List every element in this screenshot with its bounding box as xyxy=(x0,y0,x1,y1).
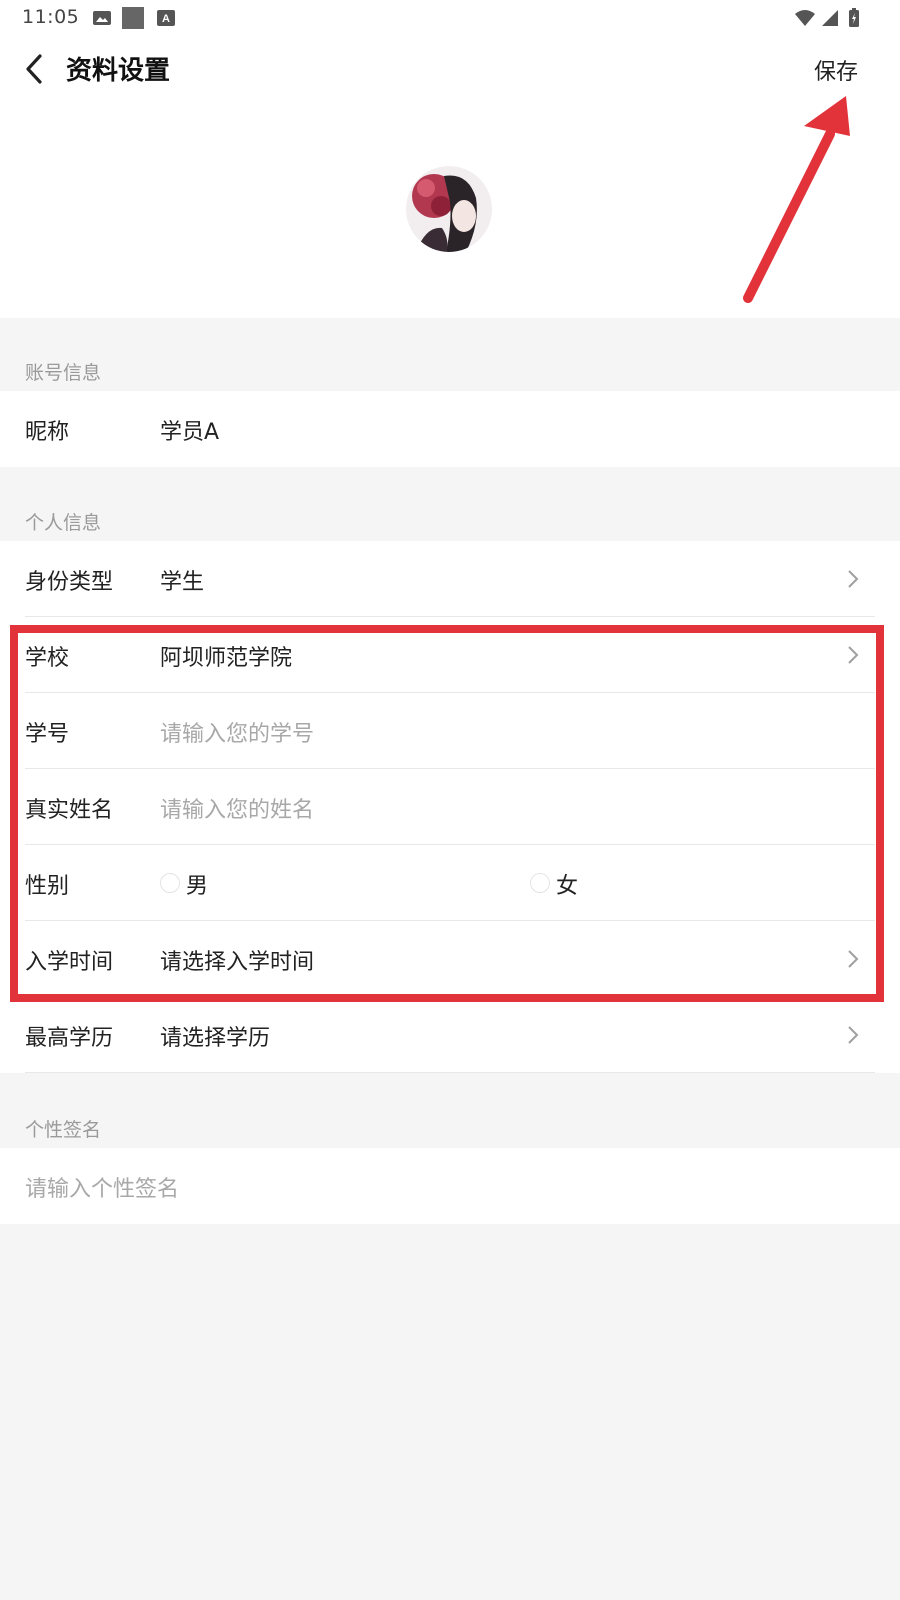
svg-text:A: A xyxy=(162,13,170,25)
student-id-input[interactable]: 请输入您的学号 xyxy=(160,716,314,748)
school-value: 阿坝师范学院 xyxy=(160,646,293,671)
image-icon xyxy=(93,11,111,25)
real-name-input[interactable]: 请输入您的姓名 xyxy=(160,792,314,824)
chevron-right-icon xyxy=(848,950,859,968)
student-id-label: 学号 xyxy=(25,722,70,747)
enroll-time-row[interactable]: 入学时间 请选择入学时间 xyxy=(0,921,900,997)
education-value: 请选择学历 xyxy=(160,1026,271,1051)
school-row[interactable]: 学校 阿坝师范学院 xyxy=(0,617,900,693)
gender-male-label[interactable]: 男 xyxy=(186,868,208,900)
wifi-icon xyxy=(795,10,815,26)
enroll-time-label: 入学时间 xyxy=(25,950,114,975)
top-app-bar: 资料设置 保存 xyxy=(0,36,900,102)
section-header-account: 账号信息 xyxy=(25,362,102,384)
back-arrow-icon[interactable] xyxy=(18,50,52,88)
page-title: 资料设置 xyxy=(66,56,171,86)
gender-label: 性别 xyxy=(25,874,70,899)
real-name-label: 真实姓名 xyxy=(25,798,114,823)
school-label: 学校 xyxy=(25,646,70,671)
battery-icon xyxy=(849,8,859,27)
student-id-row: 学号 请输入您的学号 xyxy=(0,693,900,769)
gender-female-radio[interactable] xyxy=(530,873,550,893)
app-icon xyxy=(122,7,144,29)
chevron-right-icon xyxy=(848,646,859,664)
chevron-right-icon xyxy=(848,1026,859,1044)
section-header-signature: 个性签名 xyxy=(25,1119,102,1141)
nickname-value[interactable]: 学员A xyxy=(160,414,219,446)
identity-type-row[interactable]: 身份类型 学生 xyxy=(0,541,900,617)
text-icon: A xyxy=(157,10,175,26)
section-header-personal: 个人信息 xyxy=(25,512,102,534)
nickname-row[interactable]: 昵称 学员A xyxy=(0,391,900,467)
avatar-section xyxy=(0,102,900,318)
gender-female-label[interactable]: 女 xyxy=(556,868,578,900)
identity-type-value: 学生 xyxy=(160,570,205,595)
signature-row: 请输入个性签名 xyxy=(0,1148,900,1224)
status-time: 11:05 xyxy=(22,6,80,28)
gender-male-radio[interactable] xyxy=(160,873,180,893)
real-name-row: 真实姓名 请输入您的姓名 xyxy=(0,769,900,845)
education-row[interactable]: 最高学历 请选择学历 xyxy=(0,997,900,1073)
divider xyxy=(25,1072,875,1073)
education-label: 最高学历 xyxy=(25,1026,114,1051)
avatar[interactable] xyxy=(406,166,492,252)
chevron-right-icon xyxy=(848,570,859,588)
nickname-label: 昵称 xyxy=(25,420,70,445)
enroll-time-value: 请选择入学时间 xyxy=(160,950,315,975)
signature-input[interactable]: 请输入个性签名 xyxy=(25,1171,179,1203)
status-bar: 11:05 A xyxy=(0,0,900,36)
save-button[interactable]: 保存 xyxy=(814,54,858,86)
signal-icon xyxy=(822,10,838,26)
identity-type-label: 身份类型 xyxy=(25,570,114,595)
gender-row: 性别 男 女 xyxy=(0,845,900,921)
